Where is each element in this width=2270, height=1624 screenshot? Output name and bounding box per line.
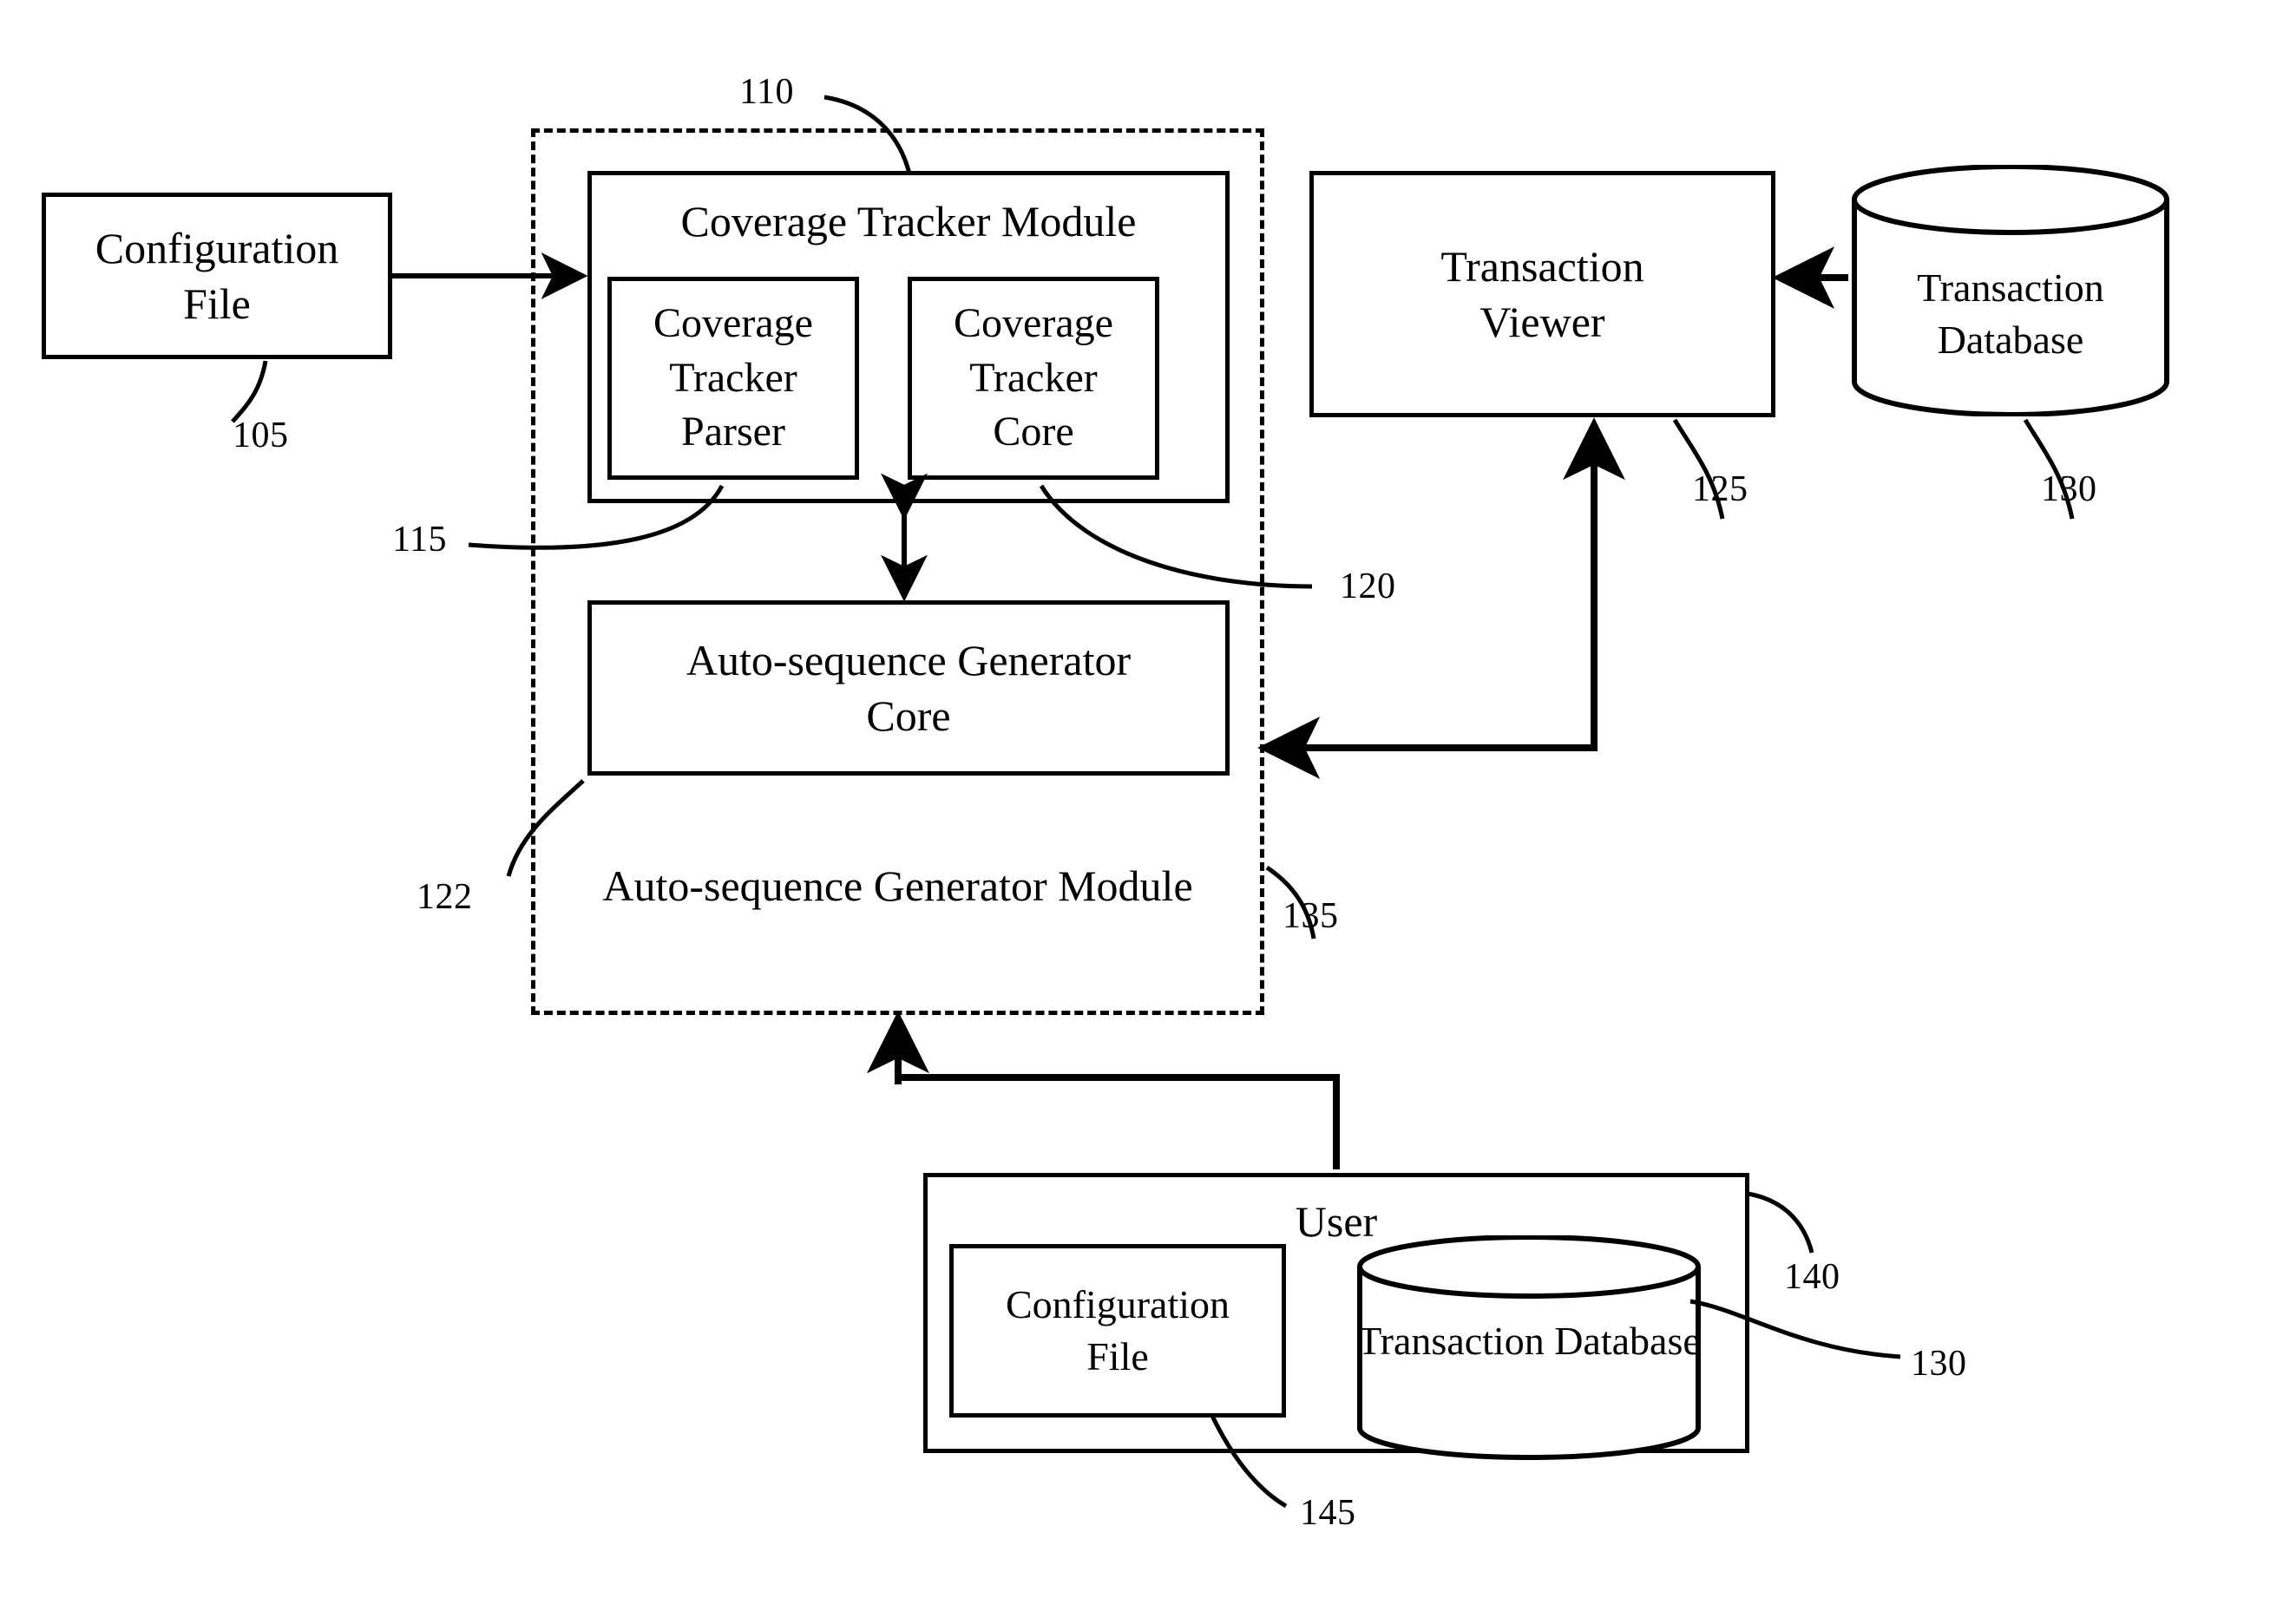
- configuration-file-label: Configuration File: [95, 224, 339, 328]
- leader-105: [231, 360, 268, 423]
- ref-numeral-115: 115: [392, 520, 447, 560]
- configuration-file-user-block[interactable]: Configuration File: [949, 1244, 1286, 1418]
- ref-numeral-130-user: 130: [1911, 1344, 1967, 1384]
- ref-numeral-122: 122: [417, 877, 473, 917]
- coverage-tracker-parser-label: Coverage Tracker Parser: [653, 300, 813, 455]
- configuration-file-block[interactable]: Configuration File: [42, 193, 392, 359]
- auto-sequence-generator-module-label: Auto-sequence Generator Module: [602, 861, 1193, 910]
- leader-140: [1747, 1191, 1814, 1254]
- ref-numeral-135: 135: [1283, 896, 1339, 936]
- coverage-tracker-core-block[interactable]: Coverage Tracker Core: [908, 277, 1159, 480]
- transaction-database-top-cylinder[interactable]: Transaction Database: [1850, 165, 2171, 416]
- coverage-tracker-parser-block[interactable]: Coverage Tracker Parser: [607, 277, 859, 480]
- ref-numeral-125: 125: [1692, 469, 1748, 509]
- ref-numeral-140: 140: [1784, 1257, 1840, 1297]
- configuration-file-user-label: Configuration File: [1005, 1282, 1230, 1378]
- transaction-database-top-label: Transaction Database: [1917, 265, 2104, 362]
- auto-sequence-generator-core-label: Auto-sequence Generator Core: [686, 636, 1132, 740]
- transaction-viewer-block[interactable]: Transaction Viewer: [1309, 171, 1775, 417]
- ref-numeral-145: 145: [1300, 1493, 1356, 1533]
- transaction-database-user-cylinder[interactable]: Transaction Database: [1355, 1235, 1702, 1463]
- elbow-viewer-to-generator-module-path: [1272, 434, 1598, 751]
- coverage-tracker-module-title: Coverage Tracker Module: [680, 197, 1137, 246]
- transaction-database-user-label: Transaction Database: [1357, 1319, 1701, 1363]
- figure-canvas: Configuration File Coverage Tracker Modu…: [0, 0, 2270, 1624]
- transaction-viewer-label: Transaction Viewer: [1440, 242, 1644, 346]
- ref-numeral-105: 105: [233, 416, 289, 455]
- elbow-user-to-generator-module-path: [895, 1029, 1340, 1169]
- ref-numeral-130-top: 130: [2041, 469, 2097, 509]
- coverage-tracker-core-label: Coverage Tracker Core: [954, 300, 1113, 455]
- ref-numeral-120: 120: [1340, 566, 1396, 606]
- ref-numeral-110: 110: [739, 72, 794, 112]
- auto-sequence-generator-core-block[interactable]: Auto-sequence Generator Core: [587, 600, 1230, 776]
